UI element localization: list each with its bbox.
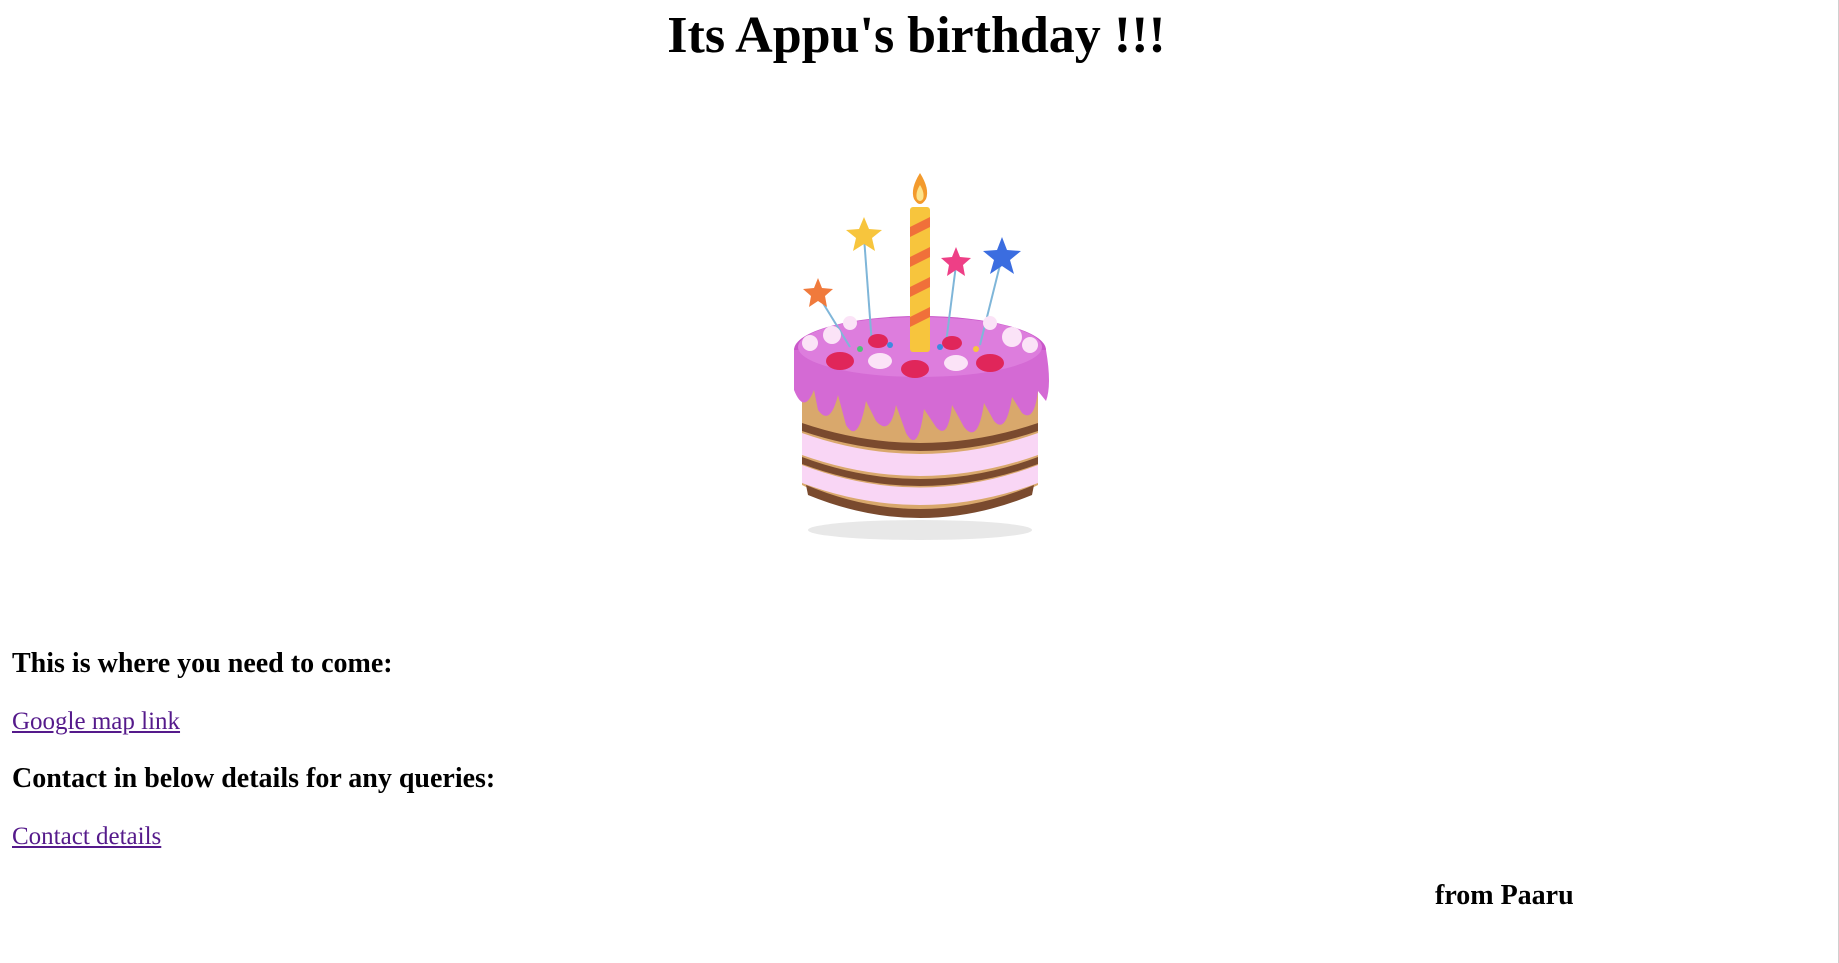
contact-heading: Contact in below details for any queries… [12, 763, 496, 794]
page-title: Its Appu's birthday !!! [0, 6, 1839, 66]
birthday-cake-image [780, 165, 1060, 545]
where-heading: This is where you need to come: [12, 648, 393, 679]
signoff-text: from Paaru [1435, 880, 1574, 911]
page-title-text: Its Appu's birthday !!! [667, 7, 1166, 64]
contact-details-link[interactable]: Contact details [12, 822, 161, 852]
google-map-link[interactable]: Google map link [12, 707, 180, 737]
birthday-cake-icon [794, 173, 1049, 540]
